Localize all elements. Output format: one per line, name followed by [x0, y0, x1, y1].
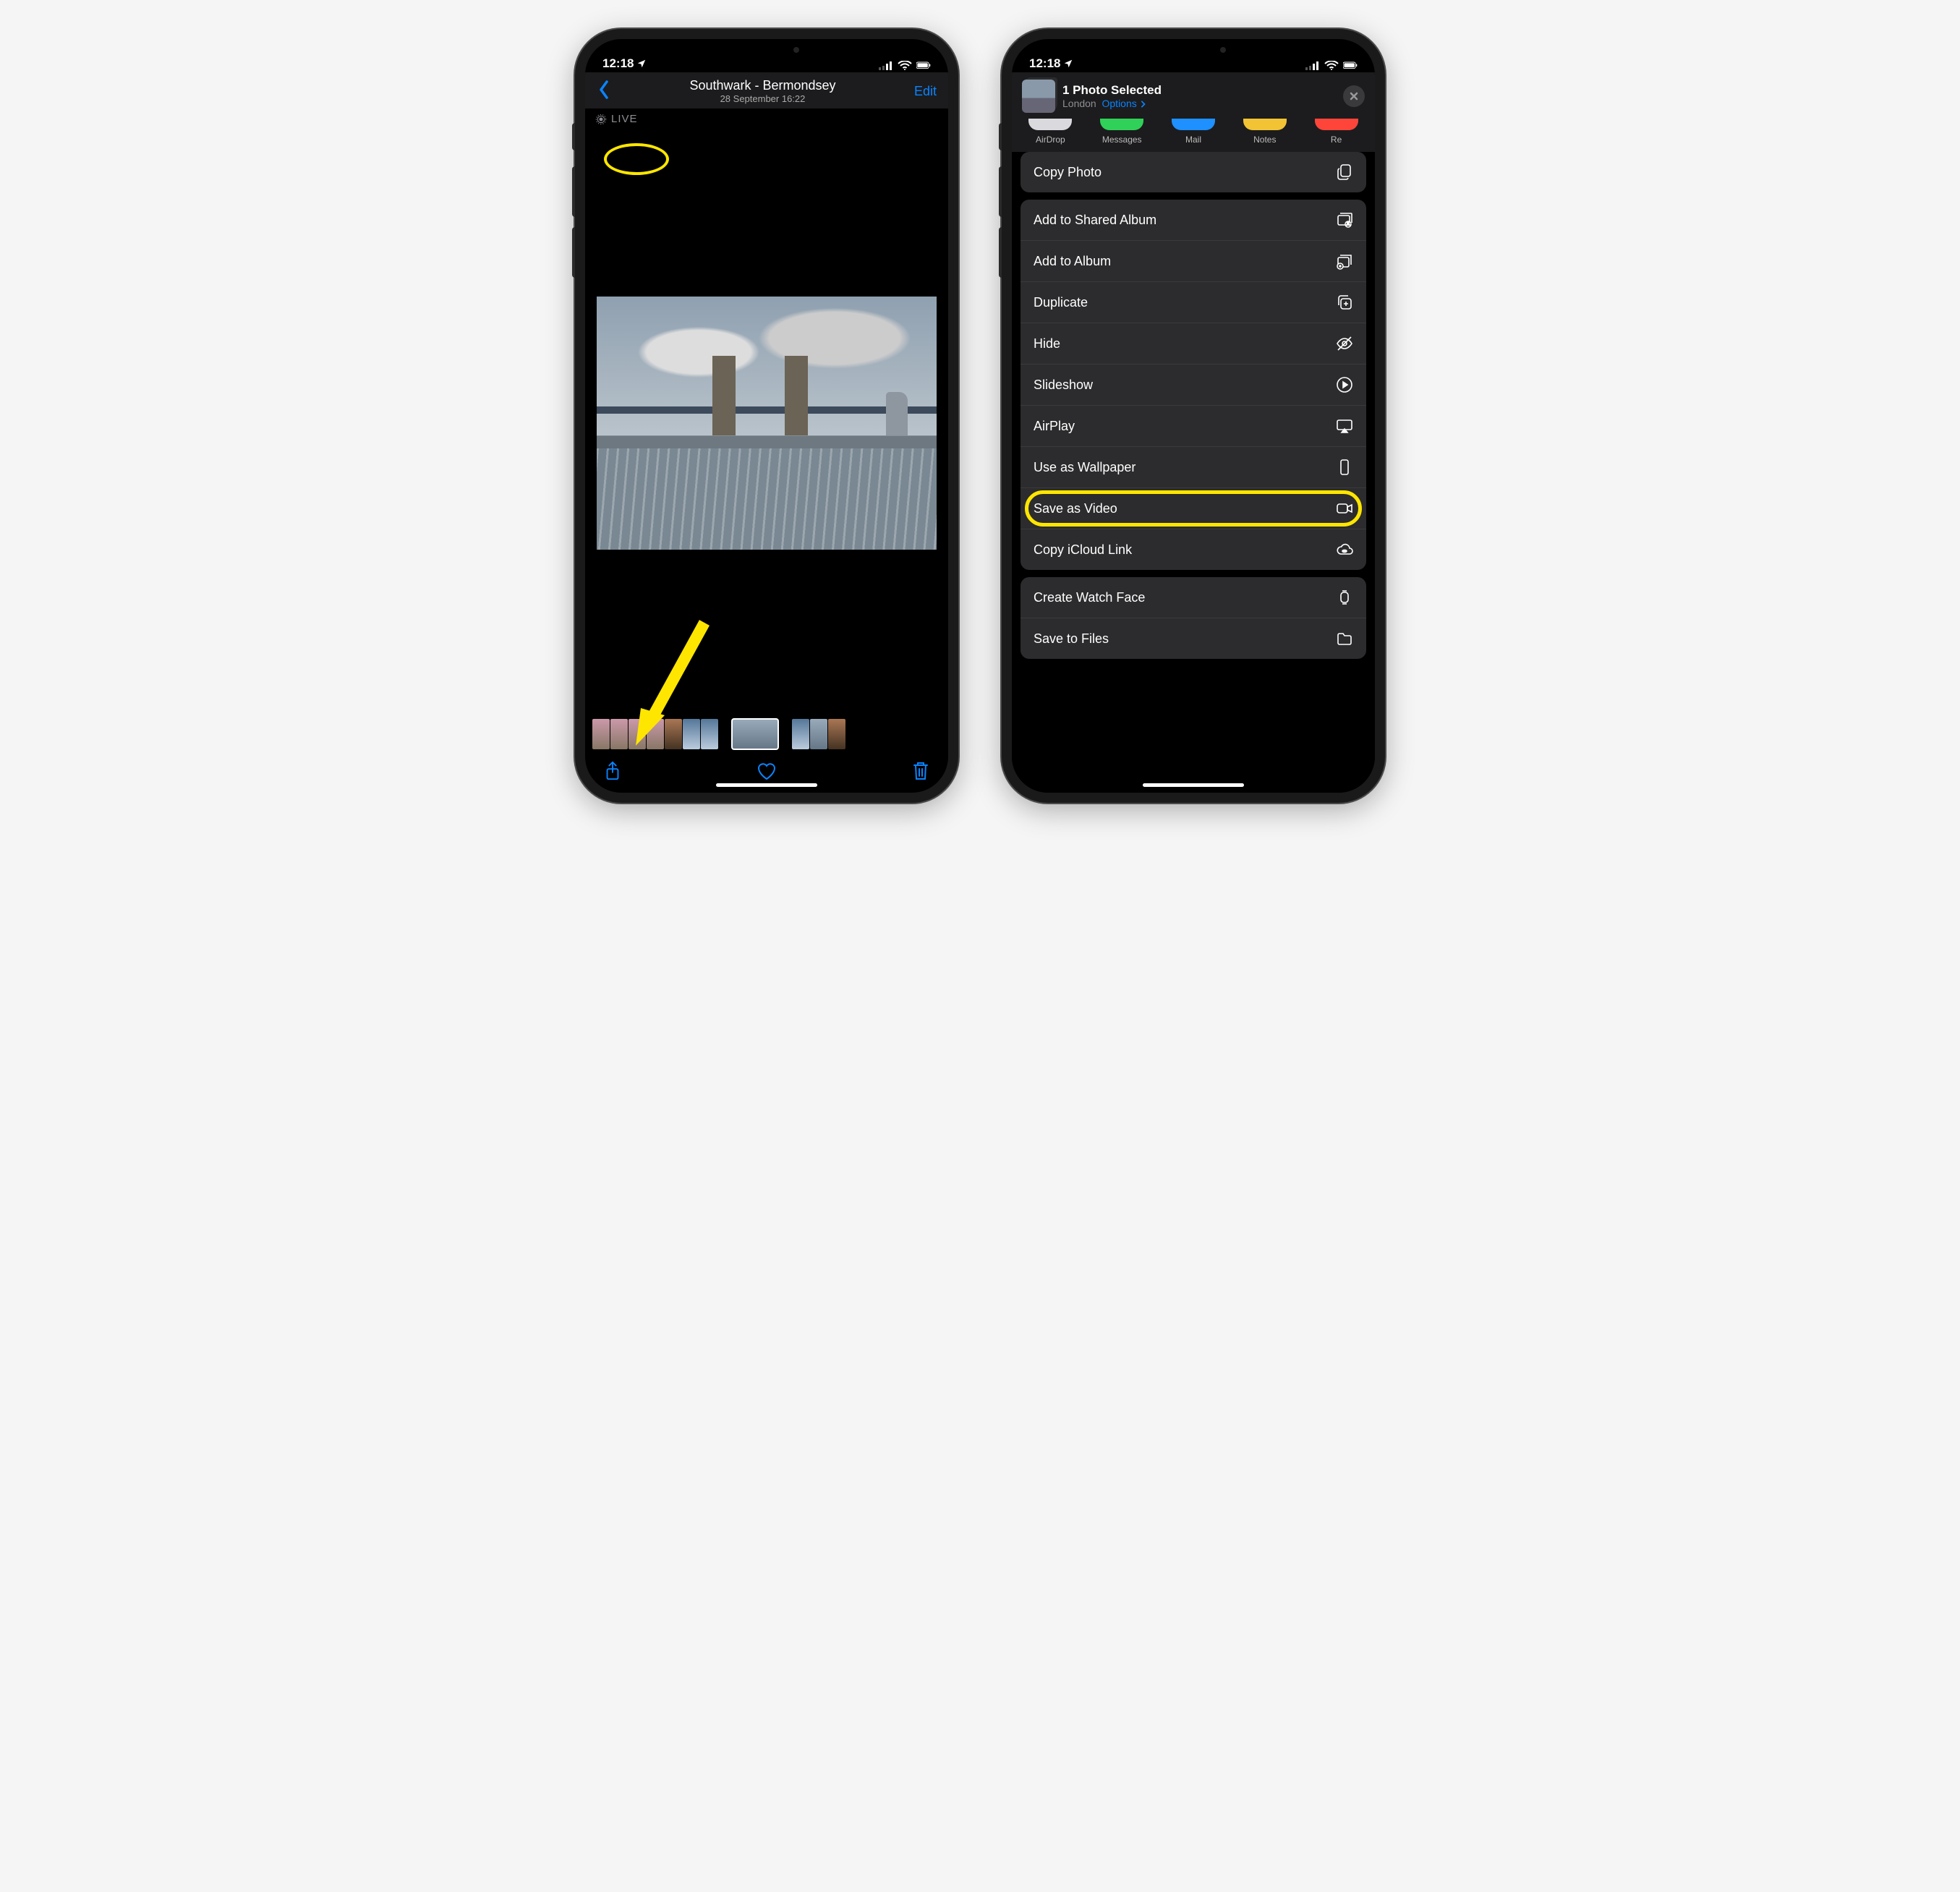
screen-share-sheet: 12:18 1 Photo Selected London Options — [1012, 39, 1375, 793]
action-add-album[interactable]: Add to Album — [1021, 241, 1366, 282]
cloud-link-icon — [1336, 541, 1353, 558]
current-photo-thumbnail[interactable] — [731, 718, 779, 750]
action-hide[interactable]: Hide — [1021, 323, 1366, 365]
options-button[interactable]: Options — [1102, 98, 1146, 109]
live-photo-icon — [595, 114, 607, 125]
battery-icon — [916, 61, 931, 71]
location-arrow-icon — [636, 59, 647, 69]
back-button[interactable] — [597, 80, 611, 103]
delete-button[interactable] — [911, 761, 931, 785]
close-icon — [1350, 92, 1358, 101]
folder-icon — [1336, 630, 1353, 647]
airplay-icon — [1336, 417, 1353, 435]
video-icon — [1336, 500, 1353, 517]
selected-count-label: 1 Photo Selected — [1062, 83, 1162, 98]
action-save-to-files[interactable]: Save to Files — [1021, 618, 1366, 659]
notch — [691, 39, 843, 61]
status-time: 12:18 — [1029, 56, 1060, 71]
wifi-icon — [1324, 61, 1339, 71]
share-actions-list[interactable]: Copy Photo Add to Shared Album Add to Al… — [1012, 152, 1375, 793]
selected-photo-thumbnail — [1022, 80, 1055, 113]
watch-icon — [1336, 589, 1353, 606]
shared-album-icon — [1336, 211, 1353, 229]
phone-icon — [1336, 459, 1353, 476]
quick-app-airdrop[interactable]: AirDrop — [1025, 119, 1076, 145]
play-circle-icon — [1336, 376, 1353, 393]
share-button[interactable] — [602, 761, 623, 785]
screen-photos-detail: 12:18 Southwark - Bermondsey 28 Septembe… — [585, 39, 948, 793]
action-copy-icloud-link[interactable]: Copy iCloud Link — [1021, 529, 1366, 570]
live-photo-badge: LIVE — [585, 108, 948, 129]
close-button[interactable] — [1343, 85, 1365, 107]
location-arrow-icon — [1063, 59, 1073, 69]
action-wallpaper[interactable]: Use as Wallpaper — [1021, 447, 1366, 488]
cellular-signal-icon — [1305, 61, 1320, 71]
status-time: 12:18 — [602, 56, 634, 71]
duplicate-icon — [1336, 294, 1353, 311]
phone-right: 12:18 1 Photo Selected London Options — [1002, 29, 1385, 803]
action-save-as-video[interactable]: Save as Video — [1021, 488, 1366, 529]
album-icon — [1336, 252, 1353, 270]
cellular-signal-icon — [879, 61, 893, 71]
hide-icon — [1336, 335, 1353, 352]
battery-icon — [1343, 61, 1358, 71]
photo-date-subtitle: 28 September 16:22 — [689, 93, 835, 104]
quick-app-messages[interactable]: Messages — [1096, 119, 1148, 145]
action-duplicate[interactable]: Duplicate — [1021, 282, 1366, 323]
action-slideshow[interactable]: Slideshow — [1021, 365, 1366, 406]
favorite-button[interactable] — [757, 761, 777, 785]
live-label: LIVE — [611, 113, 638, 125]
notch — [1117, 39, 1269, 61]
home-indicator[interactable] — [716, 783, 817, 787]
quick-share-apps: AirDrop Messages Mail Notes Re — [1022, 113, 1365, 152]
thumbnail-strip[interactable] — [585, 716, 948, 752]
selected-location-label: London — [1062, 98, 1096, 109]
action-copy-photo[interactable]: Copy Photo — [1021, 152, 1366, 192]
action-add-shared-album[interactable]: Add to Shared Album — [1021, 200, 1366, 241]
photos-header: Southwark - Bermondsey 28 September 16:2… — [585, 72, 948, 108]
quick-app-mail[interactable]: Mail — [1168, 119, 1219, 145]
home-indicator[interactable] — [1143, 783, 1244, 787]
photo-location-title: Southwark - Bermondsey — [689, 78, 835, 93]
share-sheet-header: 1 Photo Selected London Options AirDrop … — [1012, 72, 1375, 152]
photo-tower-bridge — [597, 297, 937, 550]
action-create-watch-face[interactable]: Create Watch Face — [1021, 577, 1366, 618]
wifi-icon — [898, 61, 912, 71]
photo-stage[interactable] — [585, 129, 948, 716]
quick-app-notes[interactable]: Notes — [1239, 119, 1290, 145]
quick-app-more[interactable]: Re — [1311, 119, 1362, 145]
action-airplay[interactable]: AirPlay — [1021, 406, 1366, 447]
edit-button[interactable]: Edit — [914, 84, 937, 99]
phone-left: 12:18 Southwark - Bermondsey 28 Septembe… — [575, 29, 958, 803]
copy-icon — [1336, 163, 1353, 181]
